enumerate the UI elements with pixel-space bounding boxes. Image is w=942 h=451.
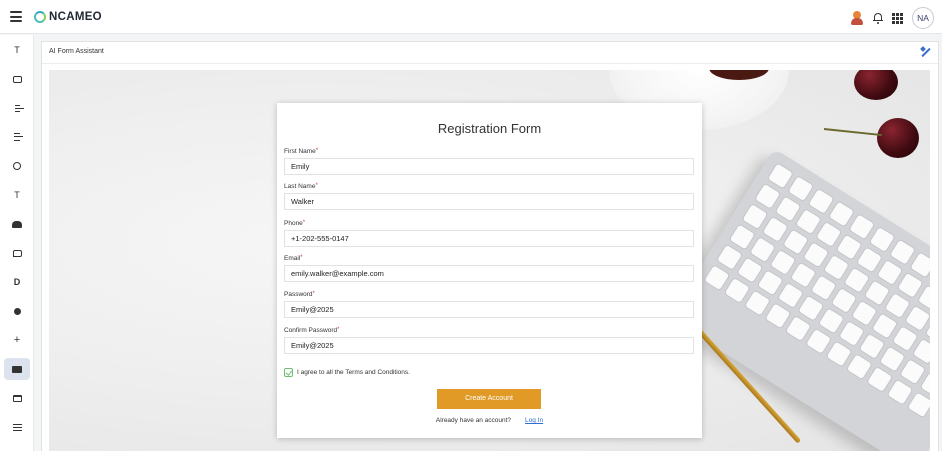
panel-header: AI Form Assistant xyxy=(42,42,938,64)
sidebar-item-chat[interactable] xyxy=(4,68,30,90)
panel-title: AI Form Assistant xyxy=(49,48,104,55)
magic-wand-icon[interactable] xyxy=(920,46,931,58)
sidebar-item-tasks[interactable] xyxy=(4,126,30,148)
comments-icon xyxy=(12,249,22,257)
login-prompt-row: Already have an account? Log In xyxy=(277,417,702,424)
list-icon xyxy=(12,423,22,431)
create-account-button[interactable]: Create Account xyxy=(437,389,541,409)
sidebar: T T D + xyxy=(0,35,34,451)
login-link[interactable]: Log In xyxy=(525,417,543,424)
logo-text: NCAMEO xyxy=(49,11,102,23)
last-name-label: Last Name* xyxy=(284,183,318,190)
database-icon xyxy=(14,104,24,112)
terms-checkbox[interactable] xyxy=(284,368,293,377)
gear-icon xyxy=(13,307,21,315)
users-icon xyxy=(13,162,21,170)
document-icon: D xyxy=(13,277,21,287)
app-logo[interactable]: NCAMEO xyxy=(34,9,102,25)
terms-label: I agree to all the Terms and Conditions. xyxy=(297,369,410,376)
phone-field[interactable] xyxy=(284,230,694,247)
logo-icon xyxy=(34,11,46,23)
top-header: NCAMEO NA xyxy=(0,0,942,34)
form-icon xyxy=(12,365,22,373)
form-title: Registration Form xyxy=(437,121,542,136)
cherry-image xyxy=(877,118,919,158)
password-field[interactable] xyxy=(284,301,694,318)
email-field[interactable] xyxy=(284,265,694,282)
tasks-icon xyxy=(14,133,23,141)
last-name-field[interactable] xyxy=(284,193,694,210)
phone-label: Phone* xyxy=(284,220,306,227)
user-icon[interactable] xyxy=(850,10,864,26)
email-label: Email* xyxy=(284,255,303,262)
robot-icon xyxy=(12,220,22,228)
sidebar-item-users[interactable] xyxy=(4,155,30,177)
grid-icon[interactable] xyxy=(892,12,903,24)
plus-icon: + xyxy=(13,334,21,346)
login-prompt: Already have an account? xyxy=(435,417,512,424)
first-name-label: First Name* xyxy=(284,148,319,155)
avatar[interactable]: NA xyxy=(912,7,934,29)
sidebar-item-text-tool[interactable]: T xyxy=(4,39,30,61)
title-tool-icon: T xyxy=(14,190,20,200)
header-actions: NA xyxy=(850,7,934,29)
sidebar-item-database[interactable] xyxy=(4,97,30,119)
chat-icon xyxy=(12,75,22,83)
confirm-password-field[interactable] xyxy=(284,337,694,354)
bell-icon[interactable] xyxy=(873,12,883,24)
first-name-field[interactable] xyxy=(284,158,694,175)
sidebar-item-list[interactable] xyxy=(4,416,30,438)
sidebar-item-robot[interactable] xyxy=(4,213,30,235)
text-tool-icon: T xyxy=(14,45,20,55)
registration-form: Registration Form First Name* Last Name*… xyxy=(277,103,702,438)
confirm-password-label: Confirm Password* xyxy=(284,327,340,334)
terms-agreement[interactable]: I agree to all the Terms and Conditions. xyxy=(284,368,410,377)
sidebar-item-settings[interactable] xyxy=(4,300,30,322)
hamburger-icon[interactable] xyxy=(10,11,22,22)
sidebar-item-document[interactable]: D xyxy=(4,271,30,293)
calendar-icon xyxy=(12,394,22,402)
sidebar-item-title-tool[interactable]: T xyxy=(4,184,30,206)
sidebar-item-calendar[interactable] xyxy=(4,387,30,409)
sidebar-item-add[interactable]: + xyxy=(4,329,30,351)
sidebar-item-comments[interactable] xyxy=(4,242,30,264)
password-label: Password* xyxy=(284,291,315,298)
sidebar-item-form-assistant[interactable] xyxy=(4,358,30,380)
